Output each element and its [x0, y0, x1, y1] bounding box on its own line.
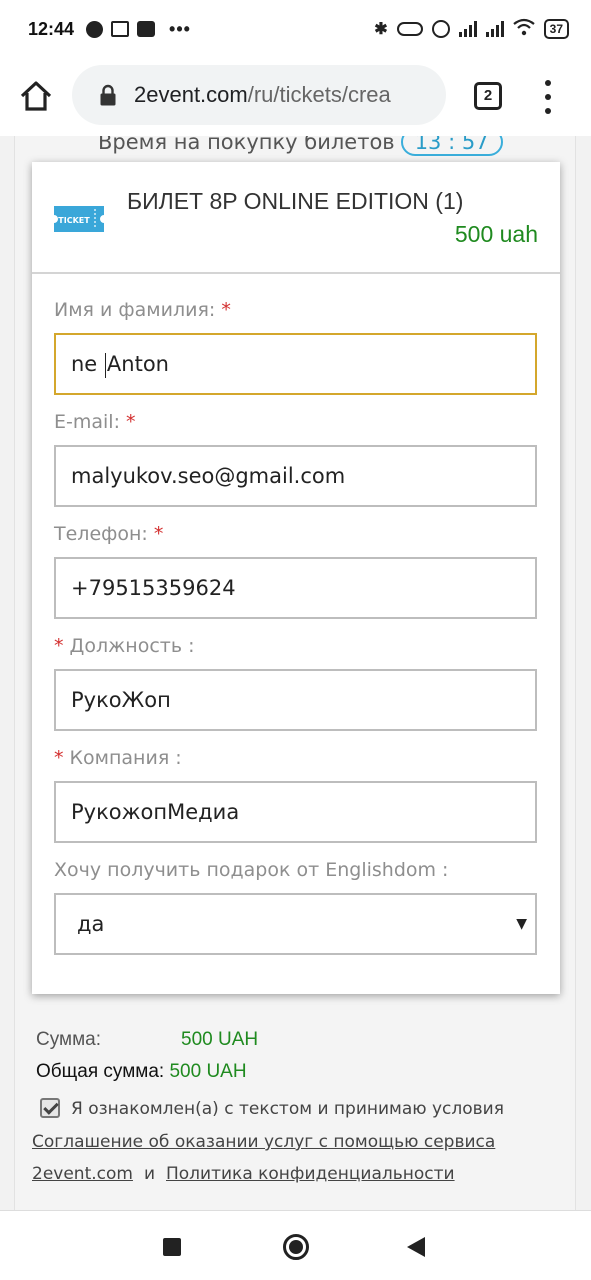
name-label: Имя и фамилия: * — [54, 299, 231, 321]
ticket-price: 500 uah — [454, 221, 538, 247]
required-mark: * — [221, 299, 231, 321]
sum-row: Сумма: 500 UAH — [36, 1029, 258, 1051]
url-path: /ru/tickets/crea — [247, 82, 391, 107]
tab-switcher-button[interactable]: 2 — [474, 82, 502, 110]
text-caret — [104, 352, 106, 378]
company-label: * Компания : — [54, 747, 182, 769]
timer-label: Время на покупку билетов — [98, 136, 395, 154]
back-icon[interactable] — [407, 1237, 425, 1257]
ticket-header: TICKET БИЛЕТ 8P ONLINE EDITION (1) 500 u… — [32, 162, 560, 274]
sum-label: Сумма: — [36, 1029, 101, 1050]
total-value: 500 UAH — [169, 1061, 247, 1082]
notification-icon — [86, 20, 104, 38]
vibrate-icon — [396, 22, 423, 36]
sum-value: 500 UAH — [181, 1029, 259, 1050]
email-label: E-mail: * — [54, 411, 136, 433]
total-label: Общая сумма: — [36, 1061, 170, 1082]
ticket-title: БИЛЕТ 8P ONLINE EDITION (1) — [127, 188, 464, 214]
alarm-icon — [431, 20, 450, 38]
position-label: * Должность : — [54, 635, 195, 657]
wifi-icon — [512, 18, 535, 41]
mail-icon — [111, 21, 130, 37]
signal-icon — [485, 21, 504, 37]
gift-label: Хочу получить подарок от Englishdom : — [54, 859, 449, 881]
dropdown-arrow-icon: ▼ — [516, 916, 527, 932]
youtube-icon — [137, 21, 156, 37]
timer-value: 13 : 57 — [400, 136, 503, 156]
browser-toolbar: 2event.com/ru/tickets/crea 2 — [0, 58, 591, 136]
name-value-before-caret: ne — [71, 352, 104, 376]
service-agreement-link-cont[interactable]: 2event.com — [32, 1164, 133, 1184]
home-icon[interactable] — [18, 78, 54, 114]
status-time: 12:44 — [28, 18, 75, 39]
recent-apps-icon[interactable] — [163, 1238, 181, 1256]
gift-select[interactable]: да ▼ — [54, 893, 537, 955]
battery-icon: 37 — [543, 19, 569, 39]
bluetooth-icon: ✱ — [374, 21, 388, 38]
name-input[interactable]: ne Anton — [54, 333, 537, 395]
name-value-after-caret: Anton — [106, 352, 169, 376]
page-content: Время на покупку билетов 13 : 57 TICKET Б… — [0, 136, 591, 1210]
overflow-menu-icon[interactable] — [540, 80, 556, 114]
ticket-icon-text: TICKET — [58, 216, 90, 225]
more-notifications-icon: ••• — [169, 18, 191, 39]
required-mark: * — [126, 411, 136, 433]
home-circle-icon[interactable] — [283, 1234, 309, 1260]
privacy-policy-link[interactable]: Политика конфиденциальности — [166, 1164, 455, 1184]
url-host: 2event.com — [134, 82, 248, 107]
signal-icon — [458, 21, 477, 37]
lock-icon — [100, 84, 116, 106]
position-input[interactable]: РукоЖоп — [54, 669, 537, 731]
agree-text: Я ознакомлен(а) с текстом и принимаю усл… — [71, 1099, 504, 1119]
address-bar[interactable]: 2event.com/ru/tickets/crea — [72, 65, 446, 125]
url-text: 2event.com/ru/tickets/crea — [134, 82, 391, 108]
gift-select-value: да — [77, 912, 105, 936]
and-text: и — [144, 1164, 156, 1184]
required-mark: * — [54, 635, 70, 657]
email-input[interactable]: malyukov.seo@gmail.com — [54, 445, 537, 507]
phone-input[interactable]: +79515359624 — [54, 557, 537, 619]
agree-checkbox[interactable] — [40, 1098, 60, 1118]
ticket-icon: TICKET — [54, 206, 104, 232]
service-agreement-link[interactable]: Соглашение об оказании услуг с помощью с… — [32, 1132, 495, 1152]
ticket-form-card: TICKET БИЛЕТ 8P ONLINE EDITION (1) 500 u… — [32, 162, 560, 994]
status-bar: 12:44 ••• ✱ 37 — [0, 0, 591, 58]
phone-label: Телефон: * — [54, 523, 164, 545]
required-mark: * — [153, 523, 164, 545]
system-nav-bar — [0, 1210, 591, 1280]
company-input[interactable]: РукожопМедиа — [54, 781, 537, 843]
required-mark: * — [54, 747, 70, 769]
purchase-timer: Время на покупку билетов 13 : 57 — [98, 136, 503, 156]
total-row: Общая сумма: 500 UAH — [36, 1061, 247, 1083]
